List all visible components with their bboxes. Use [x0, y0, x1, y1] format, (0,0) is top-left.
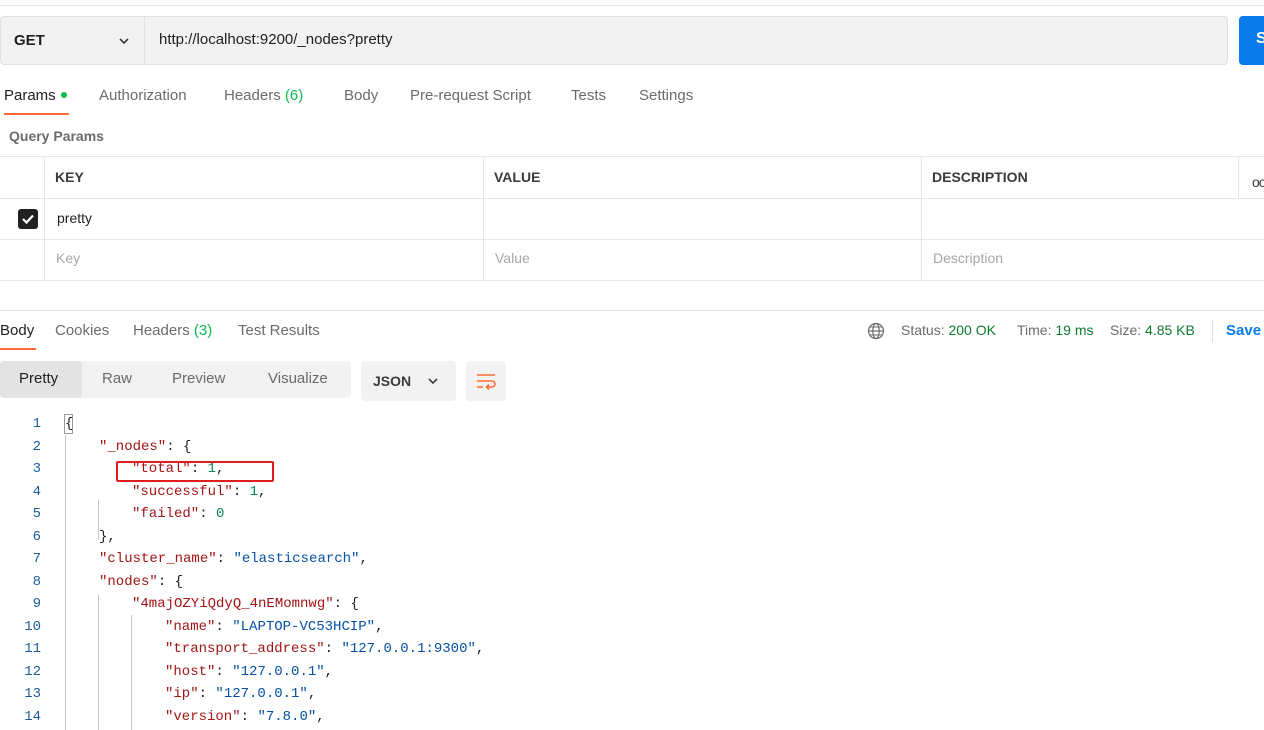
response-tab-cookies[interactable]: Cookies: [55, 322, 109, 339]
new-key-input[interactable]: Key: [56, 250, 80, 266]
wrap-lines-button[interactable]: [466, 361, 506, 401]
line-number: 14: [24, 709, 41, 725]
line-number: 2: [32, 439, 41, 455]
chevron-down-icon: [428, 378, 438, 385]
view-mode-visualize[interactable]: Visualize: [268, 370, 328, 387]
line-number: 13: [24, 686, 41, 702]
globe-icon[interactable]: [867, 322, 885, 340]
code-line-1: {: [65, 416, 74, 432]
query-params-title: Query Params: [9, 128, 104, 144]
code-line-9: "4majOZYiQdyQ_4nEMomnwg": {: [132, 596, 359, 612]
method-select[interactable]: GET: [1, 17, 145, 64]
chevron-down-icon: [119, 38, 129, 45]
table-border-header: [0, 198, 1264, 199]
send-button[interactable]: S: [1239, 16, 1264, 65]
line-number: 11: [24, 641, 41, 657]
line-number: 6: [32, 529, 41, 545]
line-number: 7: [32, 551, 41, 567]
code-line-12: "host": "127.0.0.1",: [165, 664, 334, 680]
size-readout: Size: 4.85 KB: [1110, 322, 1195, 338]
indent-guide: [65, 435, 66, 730]
wrap-icon: [477, 374, 496, 391]
tab-headers[interactable]: Headers (6): [224, 87, 303, 104]
table-border-top: [0, 156, 1264, 157]
status-divider: [1212, 320, 1213, 342]
indent-guide: [131, 615, 132, 730]
code-line-2: "_nodes": {: [99, 439, 192, 455]
line-number: 3: [32, 461, 41, 477]
code-line-10: "name": "LAPTOP-VC53HCIP",: [165, 619, 384, 635]
code-line-14: "version": "7.8.0",: [165, 709, 325, 725]
param-key-cell[interactable]: pretty: [57, 210, 92, 226]
code-line-7: "cluster_name": "elasticsearch",: [99, 551, 368, 567]
active-response-tab-indicator: [0, 348, 36, 350]
new-value-input[interactable]: Value: [495, 250, 530, 266]
table-col-divider: [1238, 156, 1239, 198]
method-label: GET: [14, 32, 45, 49]
code-line-11: "transport_address": "127.0.0.1:9300",: [165, 641, 485, 657]
status-readout: Status: 200 OK: [901, 322, 996, 338]
code-line-13: "ip": "127.0.0.1",: [165, 686, 317, 702]
response-tab-body[interactable]: Body: [0, 322, 34, 339]
save-response-button[interactable]: Save: [1226, 322, 1261, 339]
line-number: 10: [24, 619, 41, 635]
table-col-divider: [44, 156, 45, 281]
code-line-8: "nodes": {: [99, 574, 184, 590]
code-line-5: "failed": 0: [132, 506, 225, 522]
tab-authorization[interactable]: Authorization: [99, 87, 187, 104]
format-label: JSON: [373, 373, 412, 389]
column-header-description: DESCRIPTION: [932, 169, 1028, 185]
column-header-value: VALUE: [494, 169, 541, 185]
column-header-key: KEY: [55, 169, 84, 185]
tab-settings[interactable]: Settings: [639, 87, 693, 104]
params-indicator-dot: [60, 92, 67, 99]
line-number: 5: [32, 506, 41, 522]
view-mode-pretty[interactable]: Pretty: [19, 370, 58, 387]
line-number: 1: [32, 416, 41, 432]
view-mode-preview[interactable]: Preview: [172, 370, 225, 387]
table-border-row: [0, 239, 1264, 240]
tab-tests[interactable]: Tests: [571, 87, 606, 104]
view-mode-group: Pretty Raw Preview Visualize: [0, 361, 351, 398]
view-mode-raw[interactable]: Raw: [102, 370, 132, 387]
line-number: 8: [32, 574, 41, 590]
table-col-divider: [921, 156, 922, 281]
time-readout: Time: 19 ms: [1017, 322, 1094, 338]
top-divider: [0, 5, 1264, 6]
annotation-highlight-box: [116, 461, 274, 482]
format-select[interactable]: JSON: [361, 361, 456, 401]
tab-params[interactable]: Params: [4, 87, 67, 104]
indent-guide: [98, 595, 99, 730]
more-options-icon[interactable]: oo: [1252, 174, 1264, 190]
table-border-bottom: [0, 280, 1264, 281]
table-col-divider: [483, 156, 484, 281]
new-description-input[interactable]: Description: [933, 250, 1003, 266]
code-line-4: "successful": 1,: [132, 484, 267, 500]
checkmark-icon: [22, 214, 34, 225]
active-tab-indicator: [4, 113, 69, 115]
param-checkbox[interactable]: [18, 209, 38, 229]
response-tab-headers[interactable]: Headers (3): [133, 322, 212, 339]
url-input[interactable]: http://localhost:9200/_nodes?pretty: [159, 31, 393, 48]
response-divider: [0, 310, 1264, 311]
tab-body[interactable]: Body: [344, 87, 378, 104]
line-number: 4: [32, 484, 41, 500]
code-line-6: },: [99, 529, 116, 545]
tab-pre-request-script[interactable]: Pre-request Script: [410, 87, 531, 104]
url-bar: GET http://localhost:9200/_nodes?pretty: [0, 16, 1228, 65]
line-number: 12: [24, 664, 41, 680]
line-number: 9: [32, 596, 41, 612]
response-tab-test-results[interactable]: Test Results: [238, 322, 320, 339]
